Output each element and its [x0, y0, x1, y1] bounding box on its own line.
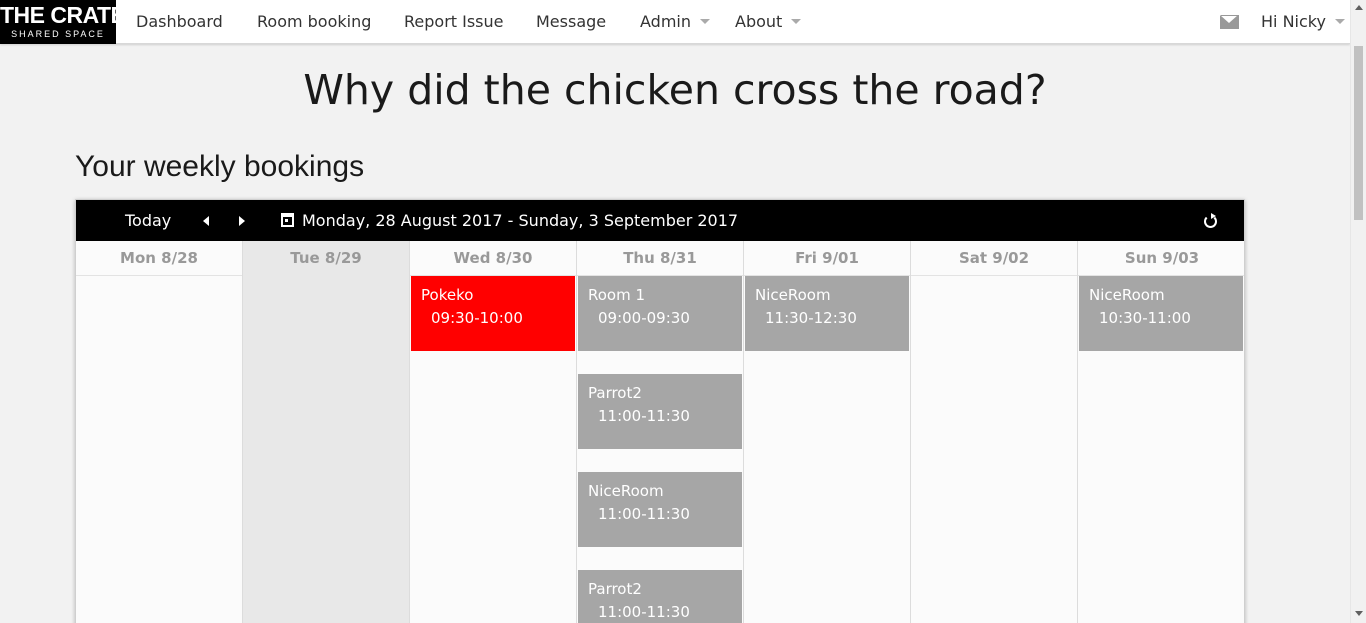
nav-message[interactable]: Message [536, 0, 606, 44]
event-time: 09:00-09:30 [598, 309, 690, 327]
booking-event[interactable]: Parrot2 11:00-11:30 [578, 374, 742, 449]
brand-logo[interactable]: THE CRATE SHARED SPACE [0, 0, 126, 44]
today-button[interactable]: Today [125, 200, 171, 241]
nav-report-issue[interactable]: Report Issue [404, 0, 504, 44]
chevron-down-icon [1334, 18, 1345, 24]
calendar-toolbar: Today Monday, 28 August 2017 - Sunday, 3… [76, 200, 1244, 241]
event-title: NiceRoom [755, 286, 831, 304]
event-title: Pokeko [421, 286, 474, 304]
calendar-icon[interactable] [281, 213, 294, 227]
refresh-icon[interactable] [1204, 213, 1217, 228]
mail-icon[interactable] [1220, 15, 1239, 29]
event-title: Parrot2 [588, 580, 642, 598]
top-navbar: THE CRATE SHARED SPACE Dashboard Room bo… [0, 0, 1350, 44]
event-time: 11:00-11:30 [598, 407, 690, 425]
day-column-tue[interactable]: Tue 8/29 [243, 241, 410, 623]
event-time: 09:30-10:00 [431, 309, 523, 327]
event-time: 10:30-11:00 [1099, 309, 1191, 327]
section-title: Your weekly bookings [75, 150, 365, 183]
user-menu-dropdown[interactable]: Hi Nicky [1261, 0, 1345, 44]
nav-admin-dropdown[interactable]: Admin [640, 0, 710, 44]
user-greeting: Hi Nicky [1261, 12, 1326, 31]
date-range-label[interactable]: Monday, 28 August 2017 - Sunday, 3 Septe… [302, 200, 738, 241]
nav-admin-label: Admin [640, 12, 691, 31]
day-header: Sun 9/03 [1078, 241, 1244, 276]
weekly-calendar: Today Monday, 28 August 2017 - Sunday, 3… [75, 199, 1245, 623]
scroll-down-arrow-icon[interactable] [1355, 611, 1363, 616]
nav-room-booking[interactable]: Room booking [257, 0, 371, 44]
page-scrollbar[interactable] [1350, 0, 1366, 623]
booking-event[interactable]: Parrot2 11:00-11:30 [578, 570, 742, 623]
page-headline: Why did the chicken cross the road? [303, 66, 1047, 114]
event-title: NiceRoom [588, 482, 664, 500]
nav-about-dropdown[interactable]: About [735, 0, 802, 44]
event-time: 11:00-11:30 [598, 603, 690, 621]
logo-sub-text: SHARED SPACE [11, 29, 105, 39]
day-header: Sat 9/02 [911, 241, 1077, 276]
day-header: Thu 8/31 [577, 241, 743, 276]
chevron-down-icon [791, 18, 802, 24]
day-header: Tue 8/29 [243, 241, 409, 276]
nav-about-label: About [735, 12, 783, 31]
scroll-up-arrow-icon[interactable] [1355, 5, 1363, 10]
event-title: Room 1 [588, 286, 646, 304]
event-time: 11:30-12:30 [765, 309, 857, 327]
day-header: Mon 8/28 [76, 241, 242, 276]
event-title: Parrot2 [588, 384, 642, 402]
booking-event[interactable]: NiceRoom 10:30-11:00 [1079, 276, 1243, 351]
booking-event[interactable]: Pokeko 09:30-10:00 [411, 276, 575, 351]
day-header: Fri 9/01 [744, 241, 910, 276]
chevron-down-icon [700, 18, 710, 24]
logo-main-text: THE CRATE [0, 2, 126, 28]
day-column-sat[interactable]: Sat 9/02 [911, 241, 1078, 623]
booking-event[interactable]: NiceRoom 11:30-12:30 [745, 276, 909, 351]
booking-event[interactable]: Room 1 09:00-09:30 [578, 276, 742, 351]
chevron-left-icon[interactable] [203, 216, 209, 226]
day-header: Wed 8/30 [410, 241, 576, 276]
event-time: 11:00-11:30 [598, 505, 690, 523]
event-title: NiceRoom [1089, 286, 1165, 304]
booking-event[interactable]: NiceRoom 11:00-11:30 [578, 472, 742, 547]
chevron-right-icon[interactable] [239, 216, 245, 226]
nav-dashboard[interactable]: Dashboard [136, 0, 223, 44]
scrollbar-thumb[interactable] [1354, 46, 1363, 220]
day-column-mon[interactable]: Mon 8/28 [76, 241, 243, 623]
